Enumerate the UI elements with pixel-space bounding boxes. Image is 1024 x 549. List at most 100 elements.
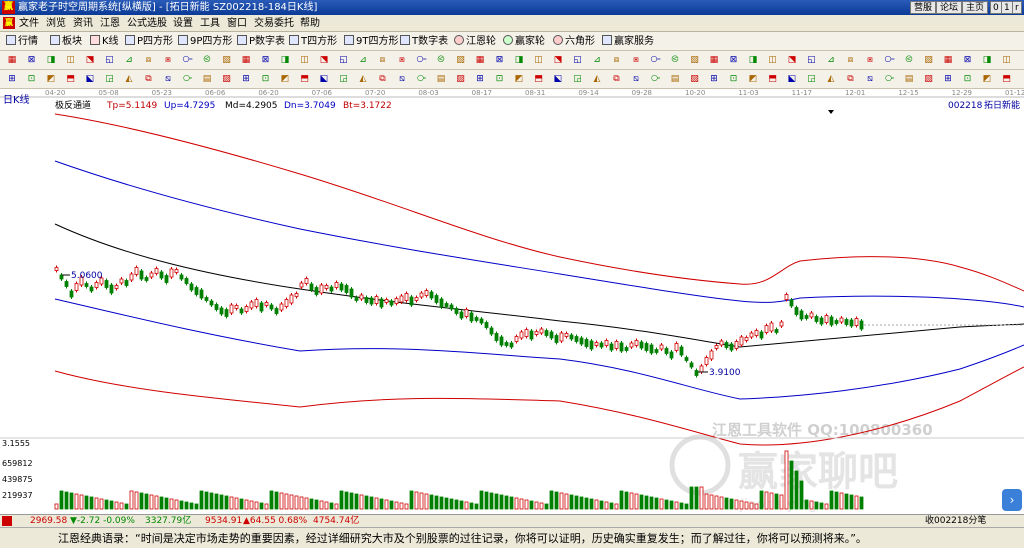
drawing-tool-icon[interactable]: ▦: [240, 54, 252, 66]
drawing-tool-icon[interactable]: ⬔: [84, 54, 96, 66]
maximize-button[interactable]: 1: [1001, 1, 1013, 14]
drawing-tool-icon[interactable]: ⧆: [162, 54, 174, 66]
drawing-tool-icon[interactable]: ▧: [923, 54, 935, 66]
service-button[interactable]: 营服: [910, 1, 937, 14]
drawing-tool-icon[interactable]: ⧃: [884, 54, 896, 66]
drawing-tool-icon[interactable]: ⊞: [474, 73, 486, 85]
drawing-tool-icon[interactable]: ⬒: [65, 73, 77, 85]
drawing-tool-icon[interactable]: ⊠: [26, 54, 38, 66]
drawing-tool-icon[interactable]: ◲: [572, 73, 584, 85]
drawing-tool-icon[interactable]: ⬒: [767, 73, 779, 85]
drawing-tool-icon[interactable]: ◨: [981, 54, 993, 66]
drawing-tool-icon[interactable]: ◫: [65, 54, 77, 66]
drawing-tool-icon[interactable]: ⊡: [260, 73, 272, 85]
drawing-tool-icon[interactable]: ⧀: [435, 54, 447, 66]
drawing-tool-icon[interactable]: ⧆: [396, 54, 408, 66]
menu-browse[interactable]: 浏览: [46, 15, 66, 32]
drawing-tool-icon[interactable]: ◩: [513, 73, 525, 85]
drawing-tool-icon[interactable]: ⊞: [708, 73, 720, 85]
drawing-tool-icon[interactable]: ◩: [279, 73, 291, 85]
drawing-tool-icon[interactable]: ▦: [474, 54, 486, 66]
drawing-tool-icon[interactable]: ▤: [201, 73, 213, 85]
drawing-tool-icon[interactable]: ▦: [6, 54, 18, 66]
drawing-tool-icon[interactable]: ◭: [123, 73, 135, 85]
drawing-tool-icon[interactable]: ⧅: [396, 73, 408, 85]
drawing-tool-icon[interactable]: ◫: [299, 54, 311, 66]
drawing-tool-icon[interactable]: ▤: [903, 73, 915, 85]
drawing-tool-icon[interactable]: ⧉: [611, 73, 623, 85]
tool-quote[interactable]: 行情: [6, 32, 38, 51]
tool-sector[interactable]: 板块: [50, 32, 82, 51]
drawing-tool-icon[interactable]: ▦: [708, 54, 720, 66]
drawing-tool-icon[interactable]: ⬕: [318, 73, 330, 85]
drawing-tool-icon[interactable]: ⬕: [552, 73, 564, 85]
drawing-tool-icon[interactable]: ◫: [533, 54, 545, 66]
tool-t-number[interactable]: T数字表: [400, 32, 448, 51]
menu-settings[interactable]: 设置: [173, 15, 193, 32]
drawing-tool-icon[interactable]: ◭: [357, 73, 369, 85]
drawing-tool-icon[interactable]: ⊿: [357, 54, 369, 66]
drawing-tool-icon[interactable]: ◲: [338, 73, 350, 85]
drawing-tool-icon[interactable]: ⊿: [591, 54, 603, 66]
drawing-tool-icon[interactable]: ◱: [806, 54, 818, 66]
drawing-tool-icon[interactable]: ⧀: [669, 54, 681, 66]
drawing-tool-icon[interactable]: ⧉: [845, 73, 857, 85]
drawing-tool-icon[interactable]: ▧: [221, 54, 233, 66]
drawing-tool-icon[interactable]: ◨: [747, 54, 759, 66]
drawing-tool-icon[interactable]: ⧆: [864, 54, 876, 66]
drawing-tool-icon[interactable]: ▨: [221, 73, 233, 85]
drawing-tool-icon[interactable]: ⧈: [611, 54, 623, 66]
tool-service[interactable]: 赢家服务: [602, 32, 654, 51]
drawing-tool-icon[interactable]: ◩: [747, 73, 759, 85]
drawing-tool-icon[interactable]: ⧂: [650, 73, 662, 85]
drawing-tool-icon[interactable]: ⧉: [377, 73, 389, 85]
drawing-tool-icon[interactable]: ⧃: [650, 54, 662, 66]
drawing-tool-icon[interactable]: ⧈: [845, 54, 857, 66]
tool-9p-square[interactable]: 9P四方形: [178, 32, 232, 51]
tool-kline[interactable]: K线: [90, 32, 119, 51]
drawing-tool-icon[interactable]: ⧃: [416, 54, 428, 66]
drawing-tool-icon[interactable]: ◲: [104, 73, 116, 85]
drawing-tool-icon[interactable]: ⊠: [260, 54, 272, 66]
drawing-tool-icon[interactable]: ⊿: [123, 54, 135, 66]
drawing-tool-icon[interactable]: ⬒: [1001, 73, 1013, 85]
drawing-tool-icon[interactable]: ⧅: [864, 73, 876, 85]
drawing-tool-icon[interactable]: ◨: [513, 54, 525, 66]
drawing-tool-icon[interactable]: ◫: [1001, 54, 1013, 66]
drawing-tool-icon[interactable]: ▨: [923, 73, 935, 85]
menu-file[interactable]: 文件: [19, 15, 39, 32]
drawing-tool-icon[interactable]: ▨: [455, 73, 467, 85]
drawing-tool-icon[interactable]: ⊠: [728, 54, 740, 66]
drawing-tool-icon[interactable]: ⧂: [884, 73, 896, 85]
drawing-tool-icon[interactable]: ⊿: [825, 54, 837, 66]
drawing-tool-icon[interactable]: ⊞: [942, 73, 954, 85]
tool-hexagon[interactable]: 六角形: [553, 32, 595, 51]
drawing-tool-icon[interactable]: ▧: [689, 54, 701, 66]
drawing-tool-icon[interactable]: ⬔: [786, 54, 798, 66]
drawing-tool-icon[interactable]: ◭: [825, 73, 837, 85]
drawing-tool-icon[interactable]: ⧈: [377, 54, 389, 66]
drawing-tool-icon[interactable]: ◨: [45, 54, 57, 66]
drawing-tool-icon[interactable]: ⊡: [962, 73, 974, 85]
drawing-tool-icon[interactable]: ◱: [104, 54, 116, 66]
drawing-tool-icon[interactable]: ▤: [669, 73, 681, 85]
drawing-tool-icon[interactable]: ▦: [942, 54, 954, 66]
drawing-tool-icon[interactable]: ⧂: [182, 73, 194, 85]
drawing-tool-icon[interactable]: ◩: [45, 73, 57, 85]
minimize-button[interactable]: 0: [990, 1, 1002, 14]
menu-gann[interactable]: 江恩: [100, 15, 120, 32]
home-button[interactable]: 主页: [962, 1, 989, 14]
drawing-tool-icon[interactable]: ⧈: [143, 54, 155, 66]
drawing-tool-icon[interactable]: ⬕: [84, 73, 96, 85]
drawing-tool-icon[interactable]: ⬒: [533, 73, 545, 85]
drawing-tool-icon[interactable]: ⊡: [494, 73, 506, 85]
scroll-right-button[interactable]: ›: [1002, 489, 1022, 511]
tool-9t-square[interactable]: 9T四方形: [344, 32, 398, 51]
drawing-tool-icon[interactable]: ⧂: [416, 73, 428, 85]
menu-tools[interactable]: 工具: [200, 15, 220, 32]
drawing-tool-icon[interactable]: ◱: [338, 54, 350, 66]
drawing-tool-icon[interactable]: ◨: [279, 54, 291, 66]
drawing-tool-icon[interactable]: ⧀: [201, 54, 213, 66]
drawing-tool-icon[interactable]: ⊠: [494, 54, 506, 66]
tool-t-square[interactable]: T四方形: [289, 32, 337, 51]
